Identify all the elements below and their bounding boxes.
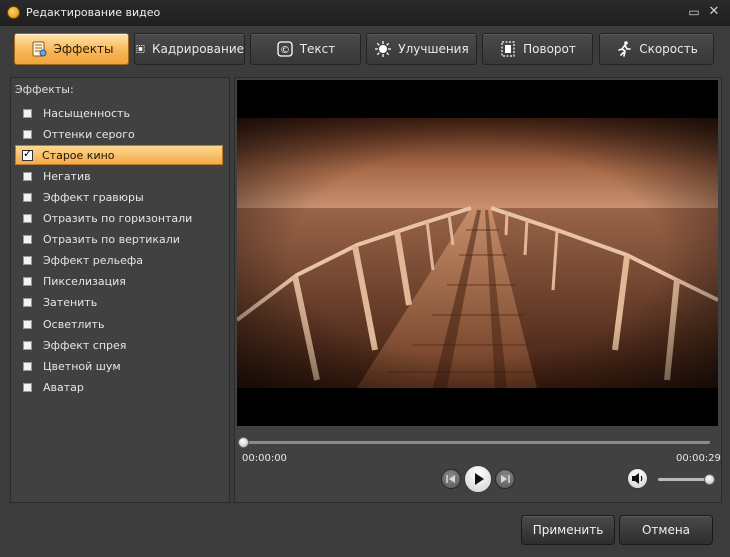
video-frame-pier-image [235,80,719,426]
tab-crop[interactable]: Кадрирование [134,33,245,65]
crop-icon [136,44,145,54]
tab-text[interactable]: © Текст [250,33,361,65]
effect-label: Насыщенность [43,106,130,120]
checkbox[interactable] [23,276,32,286]
checkbox[interactable] [23,319,32,329]
effect-label: Негатив [43,169,91,183]
rotate-icon [501,41,515,57]
volume-handle[interactable] [704,474,715,485]
tab-label: Эффекты [53,42,114,56]
effects-icon [32,41,46,57]
effect-item-flip-vertical[interactable]: Отразить по вертикали [15,229,223,249]
current-time: 00:00:00 [242,453,287,464]
speaker-icon [632,473,643,484]
effect-label: Старое кино [42,148,115,162]
tab-effects[interactable]: Эффекты [14,33,129,65]
effect-item-darken[interactable]: Затенить [15,292,223,312]
running-man-icon [618,41,632,57]
title-bar: Редактирование видео ▭ ✕ [0,0,730,27]
effect-item-old-film[interactable]: Старое кино [15,145,223,165]
skip-back-icon [446,475,455,483]
window-title: Редактирование видео [26,6,161,19]
checkbox[interactable] [23,297,32,307]
effect-label: Отразить по горизонтали [43,211,193,225]
tab-enhancements[interactable]: Улучшения [366,33,477,65]
tab-bar: Эффекты Кадрирование © Текст Улучшения П… [14,33,716,67]
effect-label: Эффект гравюры [43,190,144,204]
app-logo-icon [7,6,20,19]
effect-item-avatar[interactable]: Аватар [15,377,223,397]
checkbox[interactable] [23,234,32,244]
effect-label: Эффект спрея [43,338,127,352]
volume-button[interactable] [627,468,648,489]
text-icon: © [277,41,293,57]
maximize-icon[interactable]: ▭ [686,4,702,20]
tab-label: Скорость [639,42,698,56]
effect-item-grayscale[interactable]: Оттенки серого [15,124,223,144]
seek-handle[interactable] [238,437,249,448]
effect-label: Пикселизация [43,274,126,288]
video-preview [235,80,719,426]
effect-item-flip-horizontal[interactable]: Отразить по горизонтали [15,208,223,228]
checkbox[interactable] [23,213,32,223]
play-button[interactable] [464,465,492,493]
close-icon[interactable]: ✕ [706,4,722,20]
next-frame-button[interactable] [495,469,515,489]
cancel-button[interactable]: Отмена [619,515,713,545]
effect-label: Отразить по вертикали [43,232,180,246]
effect-item-saturation[interactable]: Насыщенность [15,103,223,123]
seek-bar[interactable] [240,441,710,444]
effect-item-engraving[interactable]: Эффект гравюры [15,187,223,207]
effect-label: Оттенки серого [43,127,135,141]
checkbox[interactable] [23,108,32,118]
effect-label: Затенить [43,295,98,309]
previous-frame-button[interactable] [441,469,461,489]
skip-forward-icon [501,475,510,483]
effect-item-spray[interactable]: Эффект спрея [15,335,223,355]
effect-label: Эффект рельефа [43,253,143,267]
checkbox[interactable] [23,255,32,265]
tab-label: Кадрирование [152,42,244,56]
tab-label: Поворот [523,42,576,56]
effects-heading: Эффекты: [15,83,74,96]
effect-label: Аватар [43,380,84,394]
effect-item-lighten[interactable]: Осветлить [15,314,223,334]
checkbox[interactable] [23,171,32,181]
effect-label: Цветной шум [43,359,121,373]
brightness-icon [375,41,392,57]
effect-item-negative[interactable]: Негатив [15,166,223,186]
checkbox[interactable] [23,382,32,392]
effect-label: Осветлить [43,317,105,331]
duration-time: 00:00:29 [676,453,721,464]
checkbox[interactable] [23,340,32,350]
checkbox-checked[interactable] [22,147,33,161]
effect-item-pixelate[interactable]: Пикселизация [15,271,223,291]
tab-rotate[interactable]: Поворот [482,33,593,65]
checkbox[interactable] [23,361,32,371]
play-icon [475,473,484,485]
tab-speed[interactable]: Скорость [599,33,714,65]
svg-text:©: © [280,45,290,56]
checkbox[interactable] [23,129,32,139]
effect-item-color-noise[interactable]: Цветной шум [15,356,223,376]
checkbox[interactable] [23,192,32,202]
apply-button[interactable]: Применить [521,515,615,545]
effect-item-emboss[interactable]: Эффект рельефа [15,250,223,270]
tab-label: Улучшения [398,42,469,56]
tab-label: Текст [299,42,336,56]
